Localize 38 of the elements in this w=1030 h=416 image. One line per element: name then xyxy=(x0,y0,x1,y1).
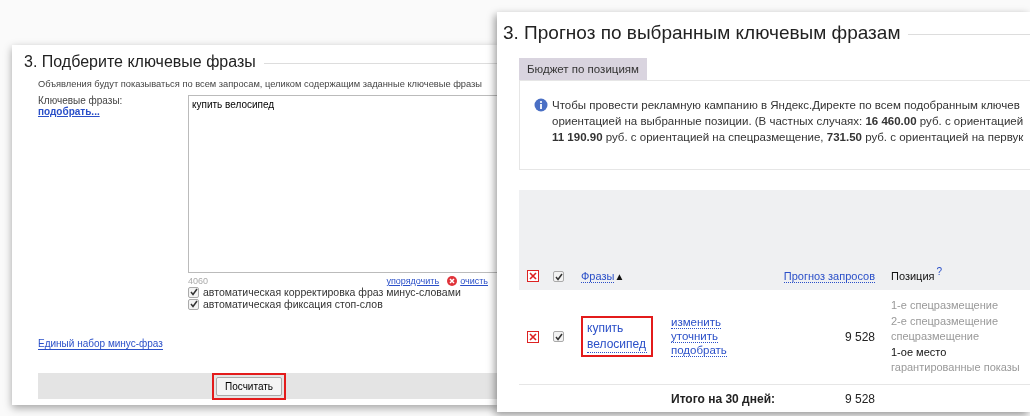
char-count: 4060 xyxy=(188,276,210,286)
checkbox[interactable] xyxy=(553,271,564,282)
clear-link[interactable]: очисть xyxy=(460,276,488,286)
checkbox[interactable] xyxy=(188,286,199,298)
delete-icon[interactable] xyxy=(527,270,539,282)
keywords-label: Ключевые фразы: xyxy=(38,95,124,106)
help-link[interactable]: ? xyxy=(936,266,943,278)
action-link[interactable]: подобрать xyxy=(671,344,727,358)
delete-icon[interactable] xyxy=(527,330,539,343)
phrase-link[interactable]: купить велосипед xyxy=(587,320,647,354)
checkbox[interactable] xyxy=(553,331,564,343)
option-label: автоматическая фиксация стоп-слов xyxy=(203,298,383,310)
info-text-line: Чтобы провести рекламную кампанию в Яндекс.Директе по всем подобранным ключев xyxy=(552,98,1021,113)
phrases-sort-link[interactable]: Фразы xyxy=(581,270,615,283)
info-text-line: ориентацией на выбранные позиции. (В частных случаях: 16 460.00 руб. с ориентацией xyxy=(552,114,1024,129)
minus-phrases-link[interactable]: Единый набор минус-фраз xyxy=(38,338,163,350)
info-text-line: 11 190.90 руб. с ориентацией на спецразмещение, 731.50 руб. с ориентацией на первук xyxy=(552,130,1024,145)
keywords-field[interactable]: купить велосипед xyxy=(188,95,498,273)
option-label: автоматическая корректировка фраз минус-словами xyxy=(203,286,461,298)
clear-icon[interactable] xyxy=(447,276,458,286)
pick-link[interactable]: подобрать... xyxy=(38,106,188,117)
description-text: Объявления будут показываться по всем запросам, целиком содержащим заданные ключевые фразы xyxy=(37,78,483,89)
total-label: Итого на 30 дней: xyxy=(670,390,776,407)
sort-link[interactable]: упорядочить xyxy=(386,276,440,286)
info-icon xyxy=(534,98,548,112)
total-value: 9 528 xyxy=(843,391,875,406)
action-link[interactable]: изменить xyxy=(671,316,722,330)
section-title: 3. Прогноз по выбранным ключевым фразам xyxy=(503,22,901,44)
calculate-button[interactable]: Посчитать xyxy=(216,376,283,396)
sort-arrow: ▲ xyxy=(614,271,625,282)
budget-tab[interactable]: Бюджет по позициям xyxy=(519,58,647,80)
forecast-value: 9 528 xyxy=(843,329,875,344)
action-link[interactable]: уточнить xyxy=(671,330,719,344)
column-header: Позиция xyxy=(891,270,935,282)
position-option[interactable]: 1-ое место xyxy=(891,344,1030,360)
checkbox[interactable] xyxy=(188,298,199,310)
forecast-sort-link[interactable]: Прогноз запросов xyxy=(783,270,875,283)
section-title: 3. Подберите ключевые фразы xyxy=(24,53,256,71)
